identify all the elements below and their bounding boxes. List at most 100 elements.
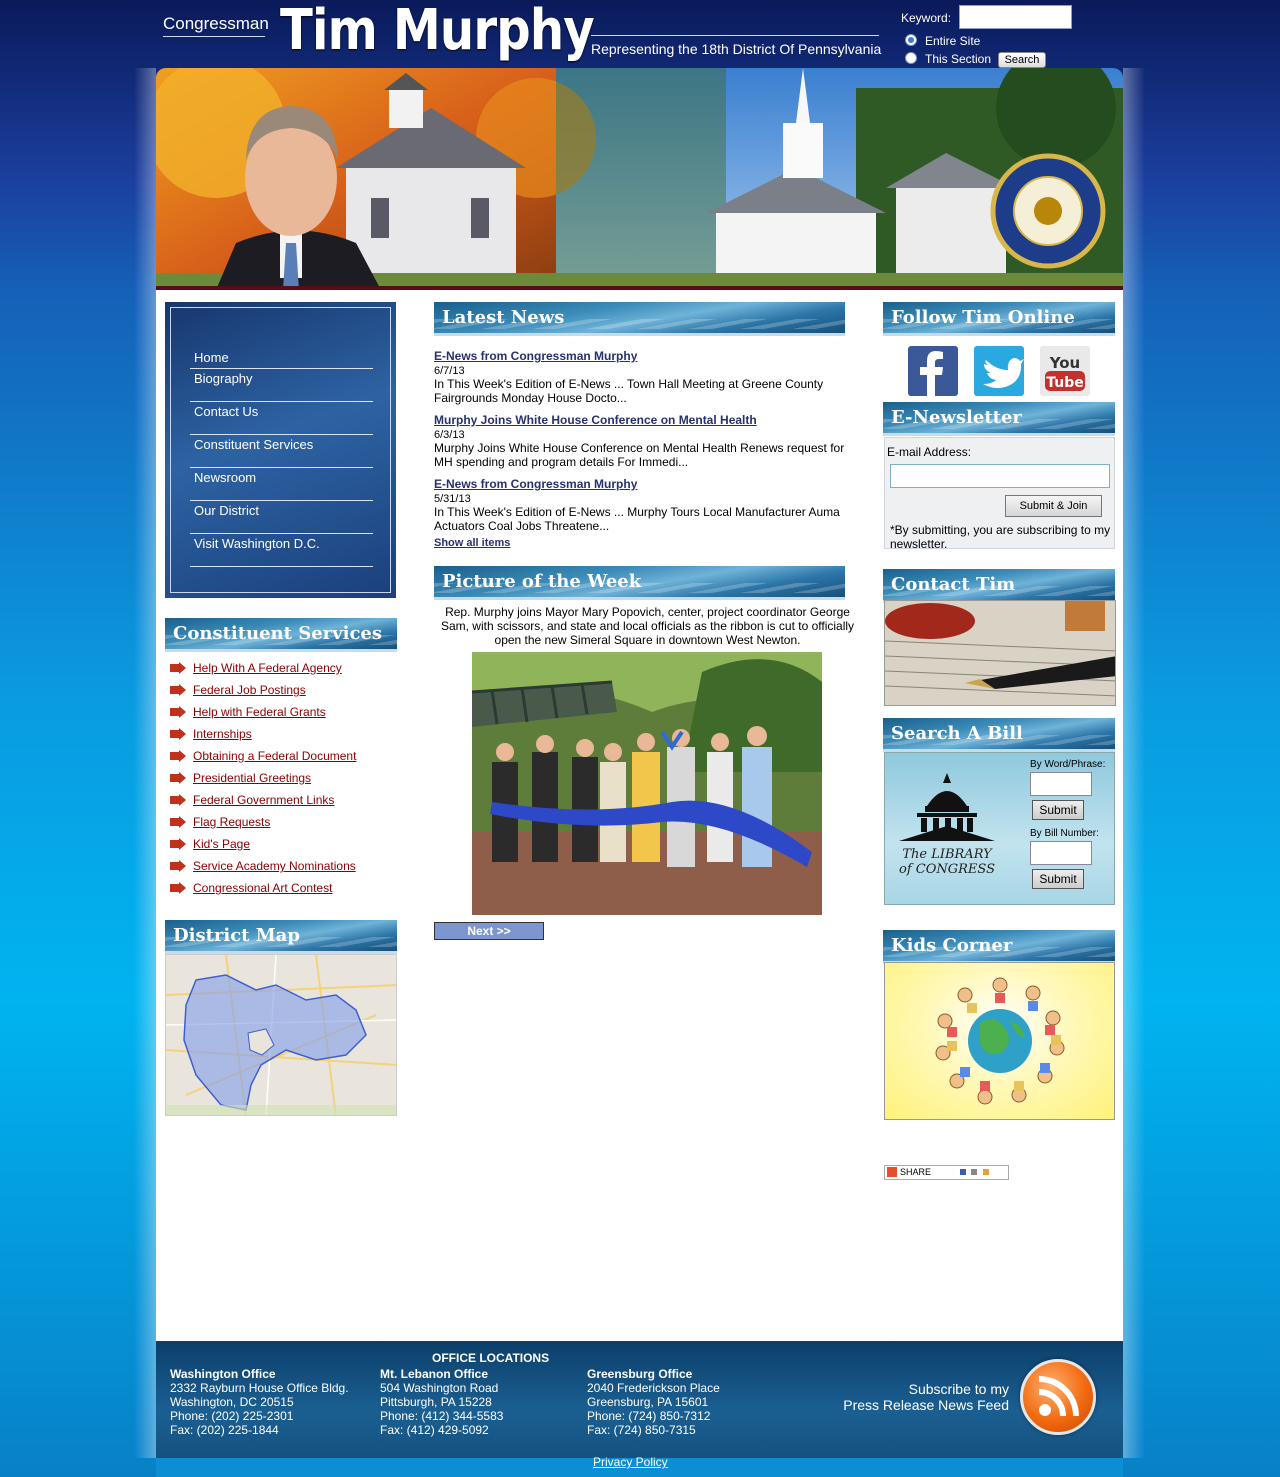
- right-glow: [1123, 68, 1145, 1458]
- svg-text:You: You: [1049, 354, 1080, 372]
- office-line: Pittsburgh, PA 15228: [380, 1395, 492, 1409]
- office-line: Washington, DC 20515: [170, 1395, 294, 1409]
- bookmark-icon: [982, 1169, 989, 1175]
- left-glow: [134, 68, 156, 1458]
- service-link[interactable]: Help with Federal Grants: [193, 705, 326, 719]
- entire-site-radio[interactable]: [905, 34, 917, 46]
- youtube-icon[interactable]: You Tube: [1040, 346, 1090, 396]
- nav-biography[interactable]: Biography: [190, 369, 373, 402]
- svg-text:Tube: Tube: [1046, 375, 1084, 391]
- news-item-title[interactable]: E-News from Congressman Murphy: [434, 477, 864, 491]
- service-link[interactable]: Obtaining a Federal Document: [193, 749, 356, 763]
- newsletter-email-field[interactable]: [890, 464, 1110, 488]
- facebook-icon[interactable]: [908, 346, 958, 396]
- office-line: 2040 Frederickson Place: [587, 1381, 720, 1395]
- share-label: SHARE: [900, 1167, 932, 1177]
- subscribe-text[interactable]: Subscribe to my Press Release News Feed: [843, 1381, 1009, 1413]
- word-phrase-input[interactable]: [1030, 772, 1092, 796]
- submit-join-button[interactable]: Submit & Join: [1005, 495, 1102, 517]
- office-line: Phone: (724) 850-7312: [587, 1409, 711, 1423]
- list-item[interactable]: Flag Requests: [170, 811, 356, 833]
- news-item-title[interactable]: E-News from Congressman Murphy: [434, 349, 864, 363]
- bill-number-input[interactable]: [1030, 841, 1092, 865]
- logo-line1: The LIBRARY: [902, 847, 993, 862]
- rss-feed-icon[interactable]: [1020, 1359, 1096, 1435]
- nav-home[interactable]: Home: [190, 350, 373, 369]
- subscribe-line: Press Release News Feed: [843, 1397, 1009, 1413]
- news-item-date: 6/3/13: [434, 429, 465, 441]
- list-item[interactable]: Federal Government Links: [170, 789, 356, 811]
- list-item[interactable]: Federal Job Postings: [170, 679, 356, 701]
- office-name: Mt. Lebanon Office: [380, 1367, 488, 1381]
- office-name: Washington Office: [170, 1367, 276, 1381]
- service-link[interactable]: Internships: [193, 727, 252, 741]
- search-button[interactable]: Search: [998, 52, 1046, 68]
- nav-our-district[interactable]: Our District: [190, 501, 373, 534]
- service-link[interactable]: Kid's Page: [193, 837, 250, 851]
- arrow-icon: [170, 794, 186, 806]
- news-item-date: 6/7/13: [434, 365, 465, 377]
- news-item-title[interactable]: Murphy Joins White House Conference on M…: [434, 413, 864, 427]
- list-item[interactable]: Help With A Federal Agency: [170, 657, 356, 679]
- congressman-label: Congressman: [163, 14, 269, 33]
- contact-tim-image[interactable]: [884, 600, 1116, 706]
- latest-news-list: E-News from Congressman Murphy 6/7/13 In…: [434, 349, 864, 549]
- show-all-news-link[interactable]: Show all items: [434, 537, 510, 549]
- office-name: Greensburg Office: [587, 1367, 693, 1381]
- next-picture-button[interactable]: Next >>: [434, 922, 544, 940]
- privacy-policy-link[interactable]: Privacy Policy: [593, 1455, 668, 1469]
- list-item[interactable]: Congressional Art Contest: [170, 877, 356, 899]
- arrow-icon: [170, 684, 186, 696]
- list-item[interactable]: Service Academy Nominations: [170, 855, 356, 877]
- follow-online-heading: Follow Tim Online: [883, 302, 1115, 336]
- search-bill-form: The LIBRARY of CONGRESS By Word/Phrase: …: [884, 752, 1115, 905]
- service-link[interactable]: Federal Government Links: [193, 793, 334, 807]
- office-line: Greensburg, PA 15601: [587, 1395, 709, 1409]
- service-link[interactable]: Federal Job Postings: [193, 683, 306, 697]
- office-line: 2332 Rayburn House Office Bldg.: [170, 1381, 349, 1395]
- arrow-icon: [170, 860, 186, 872]
- search-bill-heading: Search A Bill: [883, 718, 1115, 752]
- service-link[interactable]: Presidential Greetings: [193, 771, 311, 785]
- list-item[interactable]: Kid's Page: [170, 833, 356, 855]
- enewsletter-heading: E-Newsletter: [883, 402, 1115, 436]
- service-link[interactable]: Congressional Art Contest: [193, 881, 332, 895]
- news-item-date: 5/31/13: [434, 493, 471, 505]
- list-item[interactable]: Internships: [170, 723, 356, 745]
- this-section-label: This Section: [925, 52, 992, 66]
- arrow-icon: [170, 750, 186, 762]
- digg-icon: [971, 1169, 978, 1175]
- word-submit-button[interactable]: Submit: [1032, 800, 1084, 820]
- service-link[interactable]: Help With A Federal Agency: [193, 661, 342, 675]
- this-section-radio[interactable]: [905, 52, 917, 64]
- twitter-icon[interactable]: [974, 346, 1024, 396]
- nav-constituent-services[interactable]: Constituent Services: [190, 435, 373, 468]
- news-item-summary: In This Week's Edition of E-News ... Mur…: [434, 505, 840, 533]
- service-link[interactable]: Flag Requests: [193, 815, 270, 829]
- list-item[interactable]: Obtaining a Federal Document: [170, 745, 356, 767]
- list-item[interactable]: Presidential Greetings: [170, 767, 356, 789]
- news-item-summary: Murphy Joins White House Conference on M…: [434, 441, 845, 469]
- contact-tim-heading: Contact Tim: [883, 569, 1115, 603]
- picture-of-week-photo: [472, 652, 822, 915]
- nav-visit-washington[interactable]: Visit Washington D.C.: [190, 534, 373, 567]
- arrow-icon: [170, 706, 186, 718]
- kids-corner-image[interactable]: [884, 962, 1115, 1120]
- list-item[interactable]: Help with Federal Grants: [170, 701, 356, 723]
- district-map-image[interactable]: [165, 954, 397, 1116]
- office-locations-heading: OFFICE LOCATIONS: [432, 1351, 550, 1365]
- logo-line2: of CONGRESS: [899, 862, 995, 877]
- share-button[interactable]: SHARE: [884, 1165, 1009, 1180]
- arrow-icon: [170, 728, 186, 740]
- share-icon: [887, 1167, 897, 1177]
- keyword-label: Keyword:: [901, 11, 952, 25]
- number-submit-button[interactable]: Submit: [1032, 869, 1084, 889]
- arrow-icon: [170, 662, 186, 674]
- keyword-search-input[interactable]: [959, 5, 1072, 29]
- kids-corner-heading: Kids Corner: [883, 930, 1115, 964]
- service-link[interactable]: Service Academy Nominations: [193, 859, 356, 873]
- site-title[interactable]: Tim Murphy: [280, 0, 595, 63]
- nav-contact-us[interactable]: Contact Us: [190, 402, 373, 435]
- nav-newsroom[interactable]: Newsroom: [190, 468, 373, 501]
- arrow-icon: [170, 882, 186, 894]
